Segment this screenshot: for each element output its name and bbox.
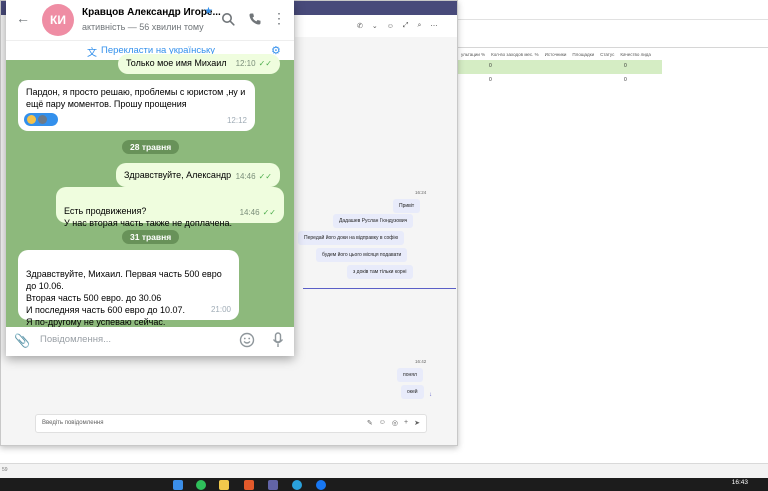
message-time: 14:46 bbox=[235, 172, 256, 181]
paperclip-icon[interactable]: 📎 bbox=[14, 333, 30, 349]
chat-message[interactable]: понял bbox=[397, 368, 423, 382]
search-icon[interactable] bbox=[221, 12, 235, 26]
telegram-icon[interactable] bbox=[292, 480, 302, 490]
compose-tools: ✎ ☺ ◎ + ➤ bbox=[367, 419, 420, 427]
taskbar: 16:43 bbox=[0, 478, 768, 491]
more-vertical-icon[interactable]: ⋮ bbox=[272, 11, 286, 25]
column-header[interactable]: Площадки bbox=[569, 50, 597, 60]
message-text: Здравствуйте, Александр bbox=[124, 170, 232, 180]
call-icon[interactable]: ✆ bbox=[357, 22, 363, 30]
double-check-icon: ✓✓ bbox=[262, 208, 276, 217]
date-separator: 28 травня bbox=[122, 140, 180, 154]
chat-message[interactable]: Привіт bbox=[393, 199, 421, 213]
message-bubble-incoming[interactable]: Здравствуйте, Михаил. Первая часть 500 е… bbox=[18, 250, 239, 327]
clock[interactable]: 16:43 bbox=[732, 479, 748, 486]
message-bubble-outgoing[interactable]: Здравствуйте, Александр 14:46 ✓✓ bbox=[116, 163, 280, 187]
message-text: Только мое имя Михаил bbox=[126, 58, 227, 68]
chat-message[interactable]: окей bbox=[401, 385, 424, 399]
file-explorer-icon[interactable] bbox=[219, 480, 229, 490]
emoji-icon[interactable]: ☺ bbox=[379, 419, 386, 427]
contact-name[interactable]: Кравцов Александр Игоре... bbox=[82, 7, 221, 18]
contact-status: активність — 56 хвилин тому bbox=[82, 22, 204, 32]
search-icon[interactable]: ⌕ bbox=[418, 22, 422, 30]
telegram-input-bar: 📎 Повідомлення... bbox=[6, 327, 294, 356]
send-icon[interactable]: ➤ bbox=[414, 419, 420, 427]
avatar[interactable]: КИ bbox=[42, 4, 74, 36]
telegram-chat-header: ← КИ Кравцов Александр Игоре... ★ активн… bbox=[6, 0, 294, 40]
compose-placeholder: Введіть повідомлення bbox=[42, 420, 104, 426]
avatar bbox=[38, 115, 47, 124]
microphone-icon[interactable] bbox=[272, 332, 284, 348]
teams-chat-toolbar: ✆ ⌄ ☺ ⤢ ⌕ ⋯ bbox=[295, 15, 457, 37]
message-time: 21:00 bbox=[210, 305, 231, 314]
column-header[interactable]: Качество лида bbox=[617, 50, 654, 60]
smile-icon[interactable] bbox=[239, 332, 255, 348]
date-separator: 31 травня bbox=[122, 230, 180, 244]
whatsapp-icon[interactable] bbox=[196, 480, 206, 490]
message-time: 12:12 bbox=[226, 116, 247, 125]
message-time: 14:46 bbox=[239, 208, 260, 217]
column-header[interactable]: ультации % bbox=[458, 50, 488, 60]
spreadsheet-toolbar bbox=[458, 20, 768, 48]
message-text: Пардон, я просто решаю, проблемы с юрист… bbox=[26, 87, 246, 109]
arrow-left-icon[interactable]: ← bbox=[16, 10, 30, 26]
message-time: 12:10 bbox=[235, 59, 256, 68]
message-bubble-outgoing[interactable]: Только мое имя Михаил 12:10 ✓✓ bbox=[118, 54, 280, 74]
windows-start-icon[interactable] bbox=[173, 480, 183, 490]
chevron-down-icon[interactable]: ⌄ bbox=[372, 22, 378, 30]
table-cell[interactable]: 0 bbox=[489, 77, 492, 83]
teams-icon[interactable] bbox=[268, 480, 278, 490]
message-reactions[interactable] bbox=[24, 113, 58, 126]
people-icon[interactable]: ☺ bbox=[387, 23, 394, 30]
chat-message[interactable]: будем його цього місяця подавати bbox=[316, 248, 408, 262]
message-text: Есть продвижения? У нас вторая часть так… bbox=[64, 206, 233, 228]
message-text: Здравствуйте, Михаил. Первая часть 500 е… bbox=[26, 269, 222, 327]
column-header[interactable]: Кол-во заходов мес. % bbox=[488, 50, 542, 60]
table-cell[interactable]: 0 bbox=[624, 63, 627, 69]
message-bubble-outgoing[interactable]: Есть продвижения? У нас вторая часть так… bbox=[56, 187, 284, 228]
star-icon: ★ bbox=[204, 6, 213, 17]
expand-icon[interactable]: ⤢ bbox=[403, 22, 409, 30]
handshake-emoji-icon bbox=[27, 115, 36, 124]
translate-icon: 文 bbox=[87, 48, 97, 59]
table-cell[interactable]: 0 bbox=[624, 77, 627, 83]
message-timestamp: 16:42 bbox=[415, 359, 427, 364]
chat-message[interactable]: Дадашев Руслан Гюндузович bbox=[333, 214, 414, 228]
double-check-icon: ✓✓ bbox=[258, 59, 272, 68]
message-input[interactable]: Повідомлення... bbox=[40, 334, 111, 345]
loop-icon[interactable]: ◎ bbox=[392, 419, 398, 427]
status-text: 59 bbox=[2, 467, 8, 473]
chat-message[interactable]: з доків там тільки корні bbox=[347, 265, 413, 279]
double-check-icon: ✓✓ bbox=[258, 172, 272, 181]
plus-icon[interactable]: + bbox=[404, 419, 408, 427]
spreadsheet-statusbar: 59 bbox=[0, 463, 768, 478]
table-cell[interactable]: 0 bbox=[489, 63, 492, 69]
app-icon[interactable] bbox=[316, 480, 326, 490]
teams-compose-box[interactable]: Введіть повідомлення ✎ ☺ ◎ + ➤ bbox=[35, 414, 427, 433]
message-timestamp: 16:24 bbox=[415, 190, 427, 195]
format-icon[interactable]: ✎ bbox=[367, 419, 373, 427]
arrow-down-icon[interactable]: ↓ bbox=[429, 392, 432, 398]
browser-icon[interactable] bbox=[244, 480, 254, 490]
telegram-window: ← КИ Кравцов Александр Игоре... ★ активн… bbox=[6, 0, 294, 356]
phone-icon[interactable] bbox=[248, 12, 262, 26]
chat-message[interactable]: Передай його доки на відправку в софію bbox=[298, 231, 405, 245]
more-icon[interactable]: ⋯ bbox=[430, 22, 437, 30]
column-header[interactable]: Статус bbox=[597, 50, 617, 60]
spreadsheet-header-row: ультации % Кол-во заходов мес. % Источни… bbox=[458, 50, 768, 60]
column-header[interactable]: Источники bbox=[542, 50, 570, 60]
unread-divider bbox=[303, 288, 456, 289]
